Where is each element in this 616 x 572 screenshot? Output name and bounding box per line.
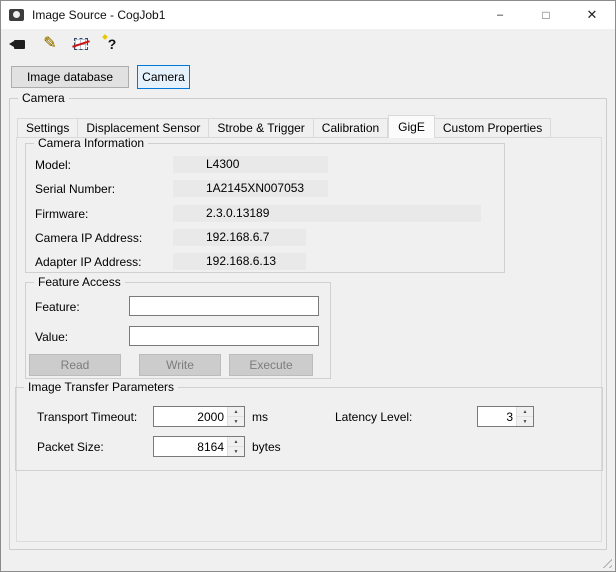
transport-timeout-unit: ms <box>252 410 268 424</box>
transport-timeout-label: Transport Timeout: <box>37 410 138 424</box>
tab-strobe-trigger[interactable]: Strobe & Trigger <box>209 118 314 138</box>
toolbar: ✎ ? <box>1 29 615 59</box>
serial-number-label: Serial Number: <box>35 182 116 196</box>
packet-size-label: Packet Size: <box>37 440 104 454</box>
camera-groupbox-label: Camera <box>18 91 69 105</box>
feature-input[interactable] <box>129 296 319 316</box>
camera-ip-label: Camera IP Address: <box>35 231 143 245</box>
image-transfer-label: Image Transfer Parameters <box>24 380 179 394</box>
spin-down-icon[interactable]: ▼ <box>228 447 244 456</box>
latency-level-input[interactable] <box>478 407 516 426</box>
titlebar: Image Source - CogJob1 – □ ✕ <box>1 1 615 29</box>
latency-level-arrows: ▲ ▼ <box>516 407 533 426</box>
image-source-window: Image Source - CogJob1 – □ ✕ ✎ ? Image d… <box>0 0 616 572</box>
grid-shape <box>74 38 88 50</box>
adapter-ip-label: Adapter IP Address: <box>35 255 142 269</box>
spin-down-icon[interactable]: ▼ <box>517 417 533 426</box>
latency-level-label: Latency Level: <box>335 410 413 424</box>
spin-down-icon[interactable]: ▼ <box>228 417 244 426</box>
write-button[interactable]: Write <box>139 354 221 376</box>
adapter-ip-value: 192.168.6.13 <box>173 253 306 270</box>
packet-size-stepper: ▲ ▼ <box>153 436 245 457</box>
minimize-button[interactable]: – <box>477 1 523 29</box>
model-value: L4300 <box>173 156 328 173</box>
feature-label: Feature: <box>35 300 80 314</box>
help-icon[interactable]: ? <box>102 34 122 54</box>
packet-size-arrows: ▲ ▼ <box>227 437 244 456</box>
spin-up-icon[interactable]: ▲ <box>228 437 244 447</box>
camera-icon[interactable] <box>8 34 29 54</box>
camera-icon-shape <box>8 39 25 49</box>
pencil-glyph: ✎ <box>43 35 57 52</box>
tabstrip: Settings Displacement Sensor Strobe & Tr… <box>17 115 552 138</box>
resize-grip[interactable] <box>599 555 612 568</box>
serial-number-value: 1A2145XN007053 <box>173 180 328 197</box>
live-display-grid-icon[interactable] <box>71 34 91 54</box>
packet-size-input[interactable] <box>154 437 227 456</box>
transport-timeout-arrows: ▲ ▼ <box>227 407 244 426</box>
execute-button[interactable]: Execute <box>229 354 313 376</box>
tab-displacement-sensor[interactable]: Displacement Sensor <box>78 118 210 138</box>
transport-timeout-stepper: ▲ ▼ <box>153 406 245 427</box>
tab-gige[interactable]: GigE <box>388 115 435 138</box>
window-icon[interactable] <box>9 9 24 21</box>
maximize-button[interactable]: □ <box>523 1 569 29</box>
tab-settings[interactable]: Settings <box>17 118 79 138</box>
window-controls: – □ ✕ <box>477 1 615 29</box>
camera-ip-value: 192.168.6.7 <box>173 229 306 246</box>
packet-size-unit: bytes <box>252 440 281 454</box>
firmware-value: 2.3.0.13189 <box>173 205 481 222</box>
firmware-label: Firmware: <box>35 207 89 221</box>
feature-access-label: Feature Access <box>34 275 125 289</box>
tab-custom-properties[interactable]: Custom Properties <box>434 118 552 138</box>
camera-information-label: Camera Information <box>34 136 149 150</box>
transport-timeout-input[interactable] <box>154 407 227 426</box>
window-title: Image Source - CogJob1 <box>32 8 166 22</box>
pencil-setup-icon[interactable]: ✎ <box>40 34 60 54</box>
image-transfer-groupbox: Image Transfer Parameters <box>15 380 603 471</box>
camera-button[interactable]: Camera <box>137 65 190 89</box>
model-label: Model: <box>35 158 72 172</box>
read-button[interactable]: Read <box>29 354 121 376</box>
image-database-button[interactable]: Image database <box>11 66 129 88</box>
latency-level-stepper: ▲ ▼ <box>477 406 534 427</box>
value-label: Value: <box>35 330 69 344</box>
close-button[interactable]: ✕ <box>569 1 615 29</box>
help-glyph: ? <box>107 36 117 52</box>
value-input[interactable] <box>129 326 319 346</box>
spin-up-icon[interactable]: ▲ <box>228 407 244 417</box>
spin-up-icon[interactable]: ▲ <box>517 407 533 417</box>
tab-calibration[interactable]: Calibration <box>313 118 389 138</box>
